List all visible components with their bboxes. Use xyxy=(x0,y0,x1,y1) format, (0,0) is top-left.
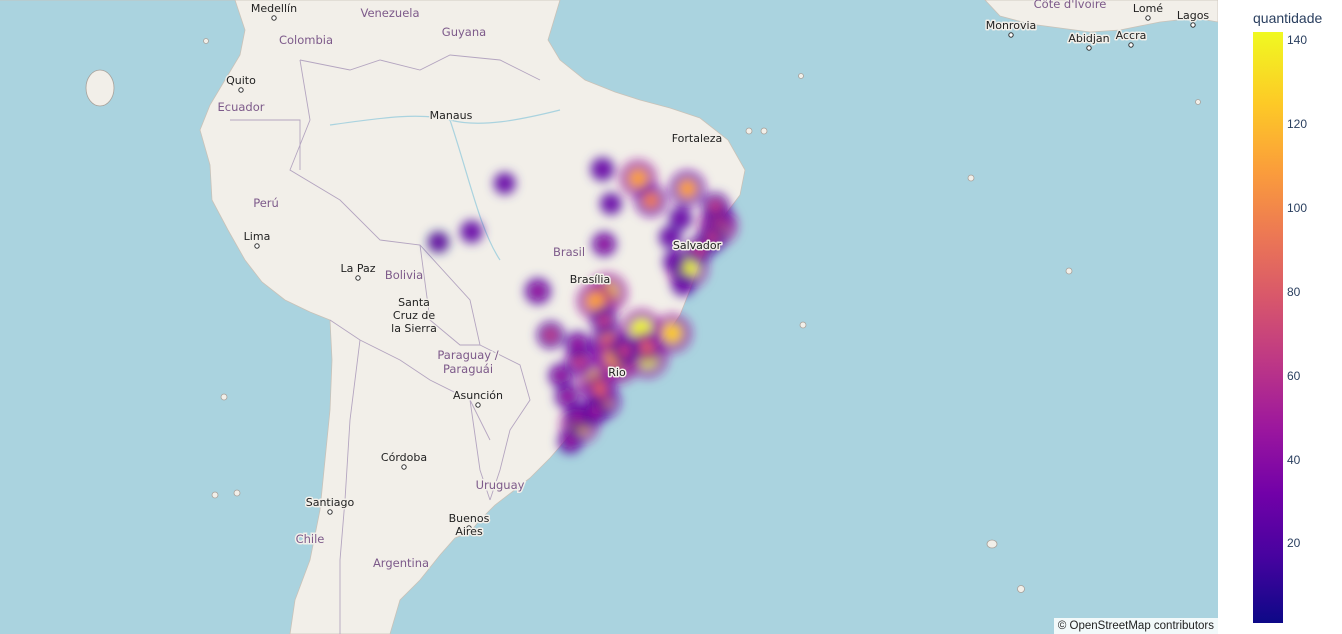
city-marker xyxy=(1086,45,1092,51)
map-attribution[interactable]: © OpenStreetMap contributors xyxy=(1053,618,1218,634)
place-label-bras-lia: Brasília xyxy=(570,273,610,286)
place-label-monrovia: Monrovia xyxy=(986,19,1037,32)
heat-point xyxy=(674,212,687,225)
place-label-quito: Quito xyxy=(226,74,256,87)
heat-point xyxy=(678,179,697,198)
heat-point xyxy=(499,177,511,189)
place-label-guyana: Guyana xyxy=(442,25,486,39)
place-label-paragu-i: Paraguái xyxy=(443,362,493,376)
colorbar-gradient xyxy=(1253,32,1283,623)
heat-point xyxy=(639,339,655,355)
place-label-buenos: Buenos xyxy=(449,512,490,525)
place-label-c-rdoba: Córdoba xyxy=(381,451,427,464)
place-label-abidjan: Abidjan xyxy=(1068,32,1109,45)
place-label-aires: Aires xyxy=(455,525,483,538)
place-label-lagos: Lagos xyxy=(1177,9,1210,22)
place-label-ecuador: Ecuador xyxy=(218,100,265,114)
colorbar-tick-20: 20 xyxy=(1287,536,1301,551)
map-view[interactable]: Medellín Venezuela Colombia Guyana Quito Ecua… xyxy=(0,0,1218,634)
place-label-cruz-de: Cruz de xyxy=(393,309,435,322)
heat-point xyxy=(588,405,602,419)
city-marker xyxy=(271,15,277,21)
city-marker xyxy=(355,275,361,281)
place-label-accra: Accra xyxy=(1116,29,1147,42)
heat-point xyxy=(554,369,567,382)
colorbar-tick-40: 40 xyxy=(1287,452,1301,467)
colorbar-title: quantidade xyxy=(1253,10,1323,26)
place-label-venezuela: Venezuela xyxy=(360,6,419,20)
colorbar-tick-120: 120 xyxy=(1287,117,1308,132)
basemap[interactable]: Medellín Venezuela Colombia Guyana Quito Ecua… xyxy=(0,0,1218,634)
place-label-brasil: Brasil xyxy=(553,245,585,259)
city-marker xyxy=(327,509,333,515)
heat-point xyxy=(708,199,723,214)
place-label-uruguay: Uruguay xyxy=(476,478,525,492)
colorbar-tick-100: 100 xyxy=(1287,201,1308,216)
heat-point xyxy=(543,328,558,342)
place-label-la-sierra: la Sierra xyxy=(391,322,437,335)
place-label-santa: Santa xyxy=(398,296,430,309)
heat-point xyxy=(605,198,617,210)
city-marker xyxy=(401,464,407,470)
heat-point xyxy=(571,337,585,351)
place-label-c-te-d-ivoire: Côte d'Ivoire xyxy=(1034,0,1107,11)
place-label-manaus: Manaus xyxy=(430,109,473,122)
place-label-lima: Lima xyxy=(244,230,271,243)
heat-point xyxy=(561,390,574,403)
city-marker xyxy=(1145,15,1151,21)
heat-point xyxy=(592,381,608,397)
heat-point xyxy=(597,313,611,328)
place-label-chile: Chile xyxy=(296,532,325,546)
heat-point xyxy=(642,192,659,209)
heat-point xyxy=(617,343,632,358)
city-marker xyxy=(254,243,260,249)
heat-point xyxy=(628,169,648,188)
place-label-medell-n: Medellín xyxy=(251,2,297,15)
place-label-santiago: Santiago xyxy=(306,496,355,509)
colorbar-tick-60: 60 xyxy=(1287,368,1301,383)
heat-point xyxy=(598,238,611,251)
place-label-rio: Rio xyxy=(608,366,626,379)
colorbar-tick-80: 80 xyxy=(1287,284,1301,299)
city-marker xyxy=(1190,22,1196,28)
city-marker xyxy=(1008,32,1014,38)
place-label-per-: Perú xyxy=(253,196,279,210)
place-label-lom-: Lomé xyxy=(1133,2,1163,15)
heat-point xyxy=(465,226,478,238)
heat-point xyxy=(677,278,690,290)
colorbar-tick-140: 140 xyxy=(1287,33,1308,48)
place-label-asunci-n: Asunción xyxy=(453,389,503,402)
heat-point xyxy=(531,284,545,298)
place-label-argentina: Argentina xyxy=(373,556,429,570)
city-marker xyxy=(238,87,244,93)
place-label-fortaleza: Fortaleza xyxy=(672,132,723,145)
city-marker xyxy=(475,402,481,408)
heat-point xyxy=(564,435,577,448)
colorbar: quantidade 20 40 60 80 100 120 140 xyxy=(1220,0,1342,634)
heat-point xyxy=(433,236,444,248)
heat-point xyxy=(669,255,681,268)
place-label-la-paz: La Paz xyxy=(340,262,375,275)
heat-point xyxy=(596,163,609,176)
place-label-salvador: Salvador xyxy=(673,239,722,252)
place-label-colombia: Colombia xyxy=(279,33,333,47)
place-label-paraguay-: Paraguay / xyxy=(437,348,498,362)
city-marker xyxy=(1128,42,1134,48)
place-label-bolivia: Bolivia xyxy=(385,268,423,282)
heat-point xyxy=(662,323,682,343)
